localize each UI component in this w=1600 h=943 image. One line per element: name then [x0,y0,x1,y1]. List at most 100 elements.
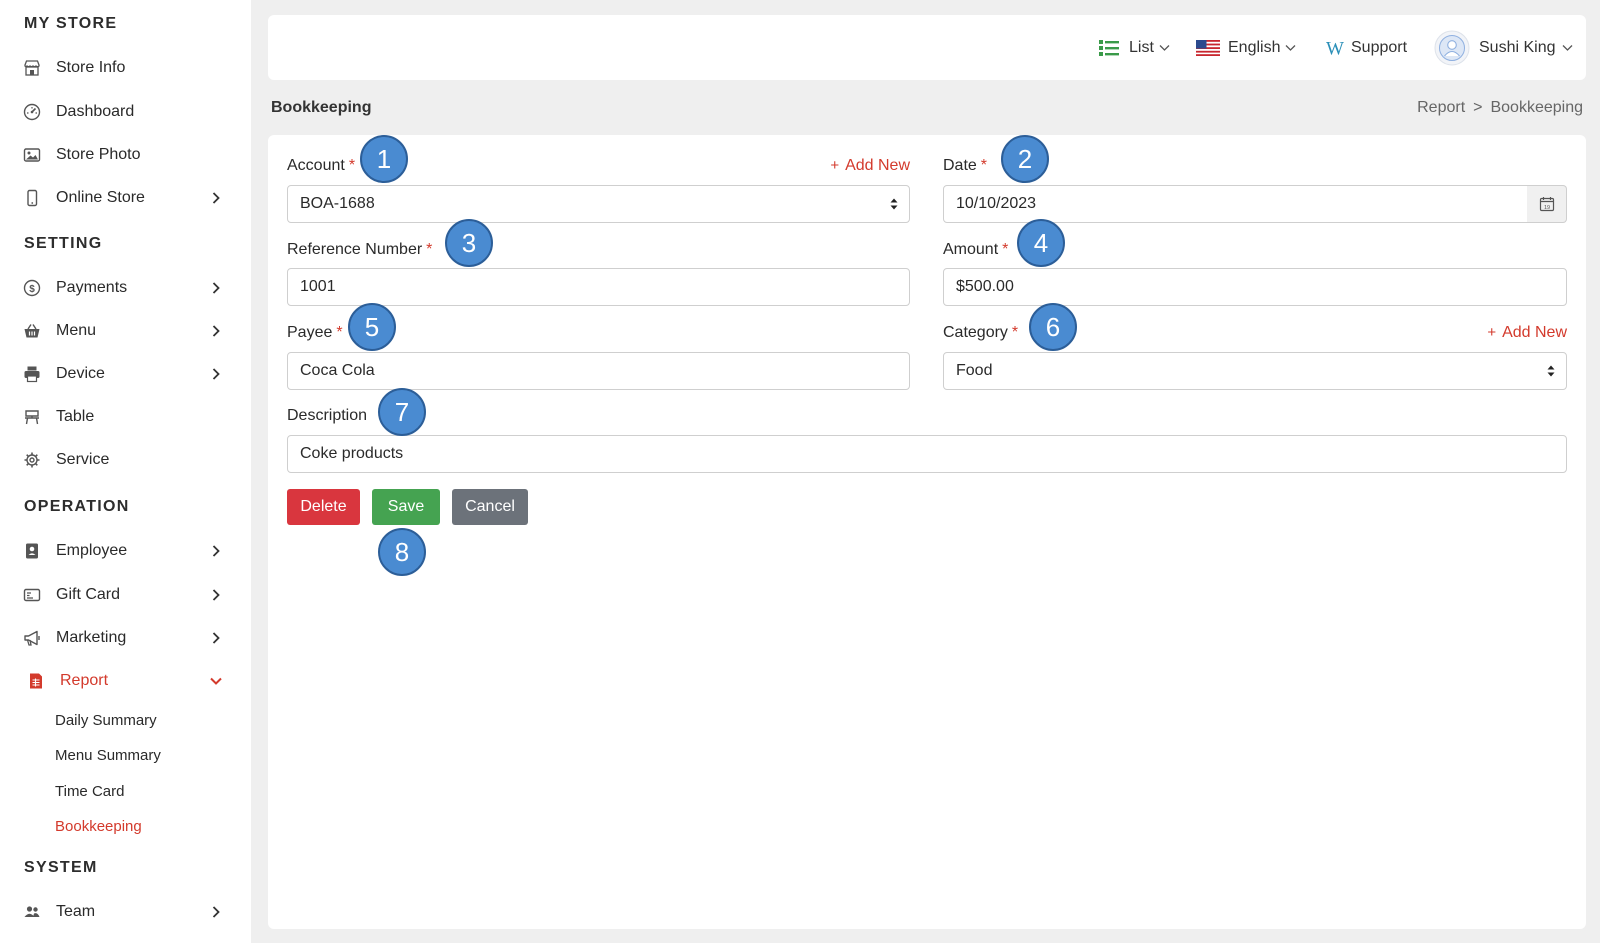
amount-input[interactable] [943,268,1567,306]
language-label: English [1228,38,1281,56]
sidebar-item-employee[interactable]: Employee [0,531,251,571]
chevron-down-icon [1562,44,1573,52]
category-select[interactable]: Food [943,352,1567,390]
sidebar-item-label: Menu [56,322,97,339]
sidebar-item-label: Store Info [56,59,126,76]
breadcrumb-bookkeeping: Bookkeeping [1490,99,1583,116]
sidebar-subitem-menu-summary[interactable]: Menu Summary [55,747,161,764]
sidebar-item-store-info[interactable]: Store Info [0,48,251,88]
sidebar-item-marketing[interactable]: Marketing [0,618,251,658]
support-w-logo-icon: W [1323,39,1347,57]
user-menu-dropdown[interactable]: Sushi King [1434,15,1573,80]
date-input[interactable] [943,185,1528,223]
id-badge-icon [23,542,41,560]
basket-icon [23,322,41,340]
description-input[interactable] [287,435,1567,473]
card-icon [23,586,41,604]
sidebar-item-label: Store Photo [56,146,141,163]
section-title-operation: OPERATION [24,498,130,515]
user-name: Sushi King [1479,38,1556,56]
date-label: Date * [943,157,988,174]
description-label: Description [287,407,368,424]
payee-label: Payee * [287,324,343,341]
sidebar-subitem-daily-summary[interactable]: Daily Summary [55,712,157,729]
breadcrumb: Report > Bookkeeping [1417,99,1583,117]
sidebar-item-label: Device [56,365,105,382]
payee-input[interactable] [287,352,910,390]
megaphone-icon [23,629,41,647]
add-account-button[interactable]: + Add New [830,157,910,175]
mobile-icon [23,189,41,207]
sidebar-item-gift-card[interactable]: Gift Card [0,575,251,615]
sidebar-subitem-time-card[interactable]: Time Card [55,783,124,800]
amount-label: Amount * [943,241,1009,258]
sidebar-item-device[interactable]: Device [0,354,251,394]
sidebar-item-report[interactable]: Report [0,661,251,701]
date-picker-button[interactable]: 19 [1527,185,1567,223]
sidebar-item-online-store[interactable]: Online Store [0,178,251,218]
breadcrumb-report[interactable]: Report [1417,99,1465,117]
required-mark: * [980,157,988,174]
avatar [1434,30,1470,66]
required-mark: * [426,241,433,258]
add-category-button[interactable]: + Add New [1487,324,1567,342]
sidebar-item-team[interactable]: Team [0,892,251,932]
select-arrows-icon [1547,364,1555,378]
chevron-right-icon [209,367,223,381]
printer-icon [23,365,41,383]
sidebar-item-label: Gift Card [56,586,121,603]
sidebar-item-label: Employee [56,542,128,559]
language-dropdown[interactable]: English [1196,15,1296,80]
chevron-right-icon [209,191,223,205]
view-mode-label: List [1129,38,1154,56]
gear-icon [23,451,41,469]
cancel-button[interactable]: Cancel [452,489,528,525]
svg-text:19: 19 [1543,205,1549,211]
delete-button[interactable]: Delete [287,489,360,525]
dollar-coin-icon: $ [23,279,41,297]
required-mark: * [1002,241,1009,258]
sidebar-item-label: Payments [56,279,128,296]
account-select[interactable]: BOA-1688 [287,185,910,223]
chevron-down-icon [1285,44,1296,52]
support-link[interactable]: W Support [1323,15,1407,80]
chair-icon [23,408,41,426]
annotation-marker-4: 4 [1017,219,1065,267]
report-sheet-icon [27,672,45,690]
sidebar-item-store-photo[interactable]: Store Photo [0,135,251,175]
gauge-icon [23,103,41,121]
support-label: Support [1351,38,1408,56]
chevron-right-icon [209,281,223,295]
sidebar-item-service[interactable]: Service [0,440,251,480]
reference-number-input[interactable] [287,268,910,306]
sidebar-item-dashboard[interactable]: Dashboard [0,92,251,132]
section-title-my-store: MY STORE [24,15,118,32]
chevron-down-icon [1159,44,1170,52]
list-icon [1098,38,1120,58]
required-mark: * [336,324,343,341]
sidebar-item-label: Service [56,451,110,468]
sidebar-subitem-bookkeeping[interactable]: Bookkeeping [55,818,142,835]
sidebar-item-payments[interactable]: $ Payments [0,268,251,308]
category-label: Category * [943,324,1019,341]
page-title: Bookkeeping [271,99,372,116]
reference-number-label: Reference Number * [287,241,433,258]
sidebar-item-label: Report [60,672,109,689]
store-icon [23,59,41,77]
sidebar-item-label: Online Store [56,189,145,206]
category-select-value: Food [956,362,993,379]
svg-text:W: W [1326,39,1344,57]
select-arrows-icon [890,197,898,211]
sidebar-item-table[interactable]: Table [0,397,251,437]
view-mode-dropdown[interactable]: List [1098,15,1170,80]
save-button[interactable]: Save [372,489,440,525]
section-title-setting: SETTING [24,235,103,252]
breadcrumb-separator: > [1473,99,1483,116]
required-mark: * [1011,324,1019,341]
sidebar-item-label: Team [56,903,96,920]
sidebar-item-menu[interactable]: Menu [0,311,251,351]
annotation-marker-7: 7 [378,388,426,436]
sidebar-item-label: Marketing [56,629,127,646]
chevron-right-icon [209,588,223,602]
sidebar-item-label: Dashboard [56,103,135,120]
